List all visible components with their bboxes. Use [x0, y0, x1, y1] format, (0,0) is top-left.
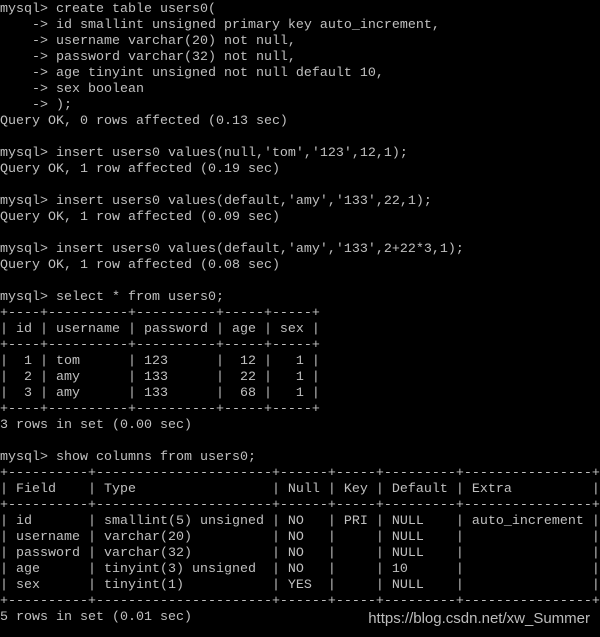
table-row: | password | varchar(32) | NO | | NULL |…: [0, 546, 600, 561]
command-continuation: -> id smallint unsigned primary key auto…: [0, 18, 440, 33]
command-continuation: -> password varchar(32) not null,: [0, 50, 296, 65]
command-continuation: -> sex boolean: [0, 82, 144, 97]
query-result: Query OK, 1 row affected (0.19 sec): [0, 162, 280, 177]
command-continuation: -> age tinyint unsigned not null default…: [0, 66, 384, 81]
terminal-output[interactable]: mysql> create table users0( -> id smalli…: [0, 2, 600, 626]
command-continuation: -> );: [0, 98, 72, 113]
query-result: 3 rows in set (0.00 sec): [0, 418, 192, 433]
table-border: +----------+----------------------+-----…: [0, 466, 600, 481]
query-result: Query OK, 1 row affected (0.09 sec): [0, 210, 280, 225]
query-result: Query OK, 1 row affected (0.08 sec): [0, 258, 280, 273]
table-row: | age | tinyint(3) unsigned | NO | | 10 …: [0, 562, 600, 577]
table-header: | id | username | password | age | sex |: [0, 322, 320, 337]
table-row: | username | varchar(20) | NO | | NULL |…: [0, 530, 600, 545]
table-border: +----+----------+----------+-----+-----+: [0, 338, 320, 353]
table-border: +----------+----------------------+-----…: [0, 498, 600, 513]
watermark: https://blog.csdn.net/xw_Summer: [368, 610, 590, 627]
table-border: +----------+----------------------+-----…: [0, 594, 600, 609]
command-line: mysql> show columns from users0;: [0, 450, 256, 465]
table-row: | 1 | tom | 123 | 12 | 1 |: [0, 354, 320, 369]
command-line: mysql> select * from users0;: [0, 290, 224, 305]
table-row: | id | smallint(5) unsigned | NO | PRI |…: [0, 514, 600, 529]
table-row: | 2 | amy | 133 | 22 | 1 |: [0, 370, 320, 385]
table-border: +----+----------+----------+-----+-----+: [0, 402, 320, 417]
table-row: | sex | tinyint(1) | YES | | NULL | |: [0, 578, 600, 593]
table-row: | 3 | amy | 133 | 68 | 1 |: [0, 386, 320, 401]
table-header: | Field | Type | Null | Key | Default | …: [0, 482, 600, 497]
command-line: mysql> insert users0 values(null,'tom','…: [0, 146, 408, 161]
command-line: mysql> create table users0(: [0, 2, 216, 17]
command-line: mysql> insert users0 values(default,'amy…: [0, 194, 432, 209]
table-border: +----+----------+----------+-----+-----+: [0, 306, 320, 321]
command-line: mysql> insert users0 values(default,'amy…: [0, 242, 464, 257]
command-continuation: -> username varchar(20) not null,: [0, 34, 296, 49]
query-result: Query OK, 0 rows affected (0.13 sec): [0, 114, 288, 129]
